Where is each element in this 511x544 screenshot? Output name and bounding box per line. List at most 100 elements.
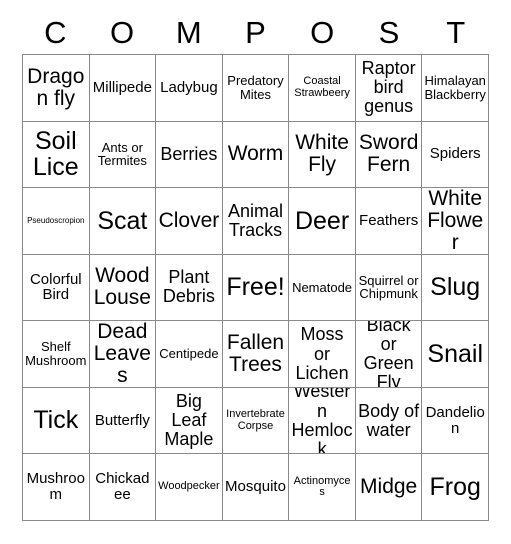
bingo-grid: Dragon fly Millipede Ladybug Predatory Mite… — [22, 54, 489, 521]
bingo-cell-label: Feathers — [359, 211, 419, 229]
bingo-cell[interactable]: Ants or Termites — [89, 121, 157, 189]
bingo-cell-label: Frog — [429, 472, 481, 501]
bingo-cell[interactable]: Snail — [422, 321, 489, 388]
bingo-cell-label: Clover — [158, 208, 220, 232]
bingo-cell[interactable]: Predatory Mites — [222, 55, 290, 122]
bingo-header-letter-2: O — [110, 14, 135, 50]
bingo-cell[interactable]: Millipede — [89, 55, 157, 122]
bingo-cell[interactable]: Sword Fern — [355, 121, 423, 189]
bingo-cell-label: Dragon fly — [27, 64, 85, 110]
bingo-cell[interactable]: Dead Leaves — [89, 321, 157, 388]
bingo-cell[interactable]: Chickadee — [89, 454, 157, 521]
bingo-cell[interactable]: White Fly — [289, 121, 356, 189]
bingo-cell[interactable]: Invertebrate Corpse — [222, 387, 290, 455]
bingo-cell[interactable]: Fallen Trees — [222, 321, 290, 388]
bingo-cell[interactable]: Himalayan Blackberry — [422, 55, 489, 122]
bingo-cell[interactable]: Nematode — [289, 254, 356, 322]
bingo-header-letter-3: M — [175, 14, 202, 50]
bingo-cell[interactable]: Plant Debris — [156, 254, 223, 322]
bingo-cell[interactable]: Wood Louse — [89, 254, 157, 322]
bingo-cell[interactable]: Woodpecker — [156, 454, 223, 521]
bingo-cell-label: Chickadee — [95, 470, 150, 504]
bingo-card: C O M P O S T Dragon fly Millipede Ladybug Predat… — [0, 0, 511, 544]
bingo-header-letter-1: C — [44, 14, 67, 50]
bingo-cell-label: Mosquito — [225, 478, 286, 496]
bingo-cell[interactable]: Centipede — [156, 321, 223, 388]
bingo-cell[interactable]: Dandelion — [422, 387, 489, 455]
bingo-cell-label: Deer — [294, 206, 350, 235]
bingo-cell-label: White Fly — [295, 131, 349, 177]
bingo-cell[interactable]: Ladybug — [156, 55, 223, 122]
bingo-cell[interactable]: Animal Tracks — [222, 188, 290, 255]
bingo-cell[interactable]: White Flower — [422, 188, 489, 255]
bingo-header-letter-7: T — [446, 14, 466, 50]
bingo-cell-label: Black or Green Fly — [363, 321, 414, 388]
bingo-cell[interactable]: Pseudoscropion — [23, 188, 90, 255]
bingo-cell[interactable]: Deer — [289, 188, 356, 255]
bingo-cell-label: Worm — [227, 142, 284, 166]
bingo-cell[interactable]: Actinomyces — [289, 454, 356, 521]
bingo-cell-label: Coastal Strawbeery — [294, 75, 350, 99]
bingo-cell-label: Fallen Trees — [226, 330, 285, 377]
bingo-cell-label: Dandelion — [425, 403, 485, 437]
bingo-cell[interactable]: Mushroom — [23, 454, 90, 521]
bingo-cell-label: Woodpecker — [158, 480, 220, 493]
bingo-cell-label: Slug — [430, 273, 481, 302]
bingo-cell-label: Moss or Lichen — [295, 324, 349, 383]
bingo-cell[interactable]: Midge — [355, 454, 423, 521]
bingo-cell[interactable]: Mosquito — [222, 454, 290, 521]
bingo-cell[interactable]: Butterfly — [89, 387, 157, 455]
bingo-cell-label: Butterfly — [94, 411, 150, 429]
bingo-cell[interactable]: Black or Green Fly — [355, 321, 423, 388]
bingo-cell-label: Colorful Bird — [29, 270, 82, 304]
bingo-cell-label: Ants or Termites — [97, 139, 147, 169]
bingo-cell[interactable]: Western Hemlock — [289, 387, 356, 455]
bingo-cell[interactable]: Dragon fly — [23, 55, 90, 122]
bingo-cell-label: Tick — [33, 406, 79, 435]
bingo-cell-label: Spiders — [429, 145, 481, 163]
bingo-cell-label: Free! — [226, 273, 285, 302]
bingo-cell-label: Centipede — [159, 346, 219, 362]
bingo-cell[interactable]: Berries — [156, 121, 223, 189]
bingo-cell-label: Plant Debris — [162, 267, 215, 307]
bingo-cell-label: White Flower — [427, 188, 484, 255]
bingo-cell-label: Predatory Mites — [227, 73, 284, 102]
bingo-free-space[interactable]: Free! — [222, 254, 290, 322]
bingo-cell[interactable]: Scat — [89, 188, 157, 255]
bingo-cell[interactable]: Clover — [156, 188, 223, 255]
bingo-cell-label: Midge — [360, 475, 418, 499]
bingo-header: COMPOST — [22, 10, 489, 54]
bingo-cell[interactable]: Raptor bird genus — [355, 55, 423, 122]
bingo-cell[interactable]: Frog — [422, 454, 489, 521]
bingo-cell-label: Squirrel or Chipmunk — [358, 272, 419, 302]
bingo-cell[interactable]: Shelf Mushroom — [23, 321, 90, 388]
bingo-cell[interactable]: Tick — [23, 387, 90, 455]
bingo-cell[interactable]: Slug — [422, 254, 489, 322]
bingo-cell[interactable]: Big Leaf Maple — [156, 387, 223, 455]
bingo-cell[interactable]: Squirrel or Chipmunk — [355, 254, 423, 322]
bingo-cell[interactable]: Worm — [222, 121, 290, 189]
bingo-header-letter-4: P — [245, 14, 266, 50]
bingo-header-letter-6: S — [378, 14, 400, 50]
bingo-cell-label: Nematode — [292, 279, 353, 295]
bingo-cell-label: Animal Tracks — [227, 200, 283, 240]
bingo-cell[interactable]: Feathers — [355, 188, 423, 255]
bingo-cell[interactable]: Body of water — [355, 387, 423, 455]
bingo-cell[interactable]: Moss or Lichen — [289, 321, 356, 388]
bingo-cell-label: Himalayan Blackberry — [424, 73, 486, 102]
bingo-cell-label: Wood Louse — [93, 264, 151, 310]
bingo-cell-label: Body of water — [358, 400, 420, 440]
bingo-cell-label: Invertebrate Corpse — [226, 407, 285, 432]
bingo-cell[interactable]: Spiders — [422, 121, 489, 189]
bingo-cell[interactable]: Coastal Strawbeery — [289, 55, 356, 122]
bingo-cell-label: Scat — [97, 206, 148, 235]
bingo-header-letter-5: O — [310, 14, 335, 50]
bingo-cell-label: Actinomyces — [293, 474, 351, 499]
bingo-cell-label: Dead Leaves — [93, 321, 151, 388]
bingo-cell-label: Soil Lice — [32, 126, 79, 182]
bingo-cell[interactable]: Colorful Bird — [23, 254, 90, 322]
bingo-cell-label: Raptor bird genus — [361, 58, 416, 117]
bingo-cell[interactable]: Soil Lice — [23, 121, 90, 189]
bingo-cell-label: Sword Fern — [358, 131, 419, 177]
bingo-cell-label: Snail — [427, 339, 483, 368]
